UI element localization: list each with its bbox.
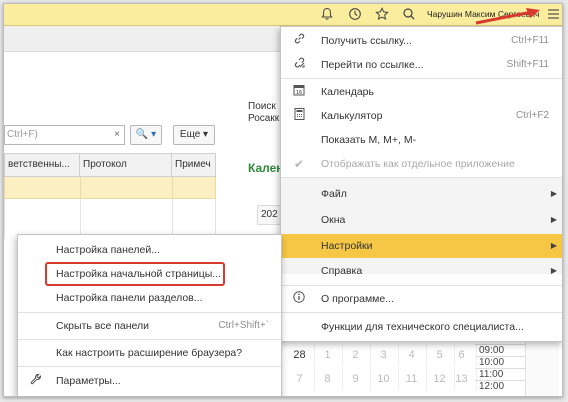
search-input[interactable]: Ctrl+F) <box>4 125 111 145</box>
submenu-item-browser-extension[interactable]: Как настроить расширение браузера? <box>18 341 281 365</box>
calendar-day[interactable]: 9 <box>341 368 371 390</box>
menu-separator <box>281 285 562 286</box>
grid-header: ветственны... Протокол Примеч <box>4 153 216 177</box>
calendar-day[interactable]: 13 <box>447 368 477 390</box>
submenu-item-sections-panel-setup[interactable]: Настройка панели разделов... <box>18 286 281 310</box>
calendar-day[interactable]: 4 <box>397 344 427 366</box>
submenu-item-panels-setup[interactable]: Настройка панелей... <box>18 238 281 262</box>
menu-separator <box>281 78 562 79</box>
column-divider <box>172 177 173 198</box>
calendar-day[interactable]: 8 <box>313 368 343 390</box>
link-icon <box>291 29 307 53</box>
column-header-responsible[interactable]: ветственны... <box>5 154 80 176</box>
menu-separator <box>281 312 562 313</box>
calendar-week-row: 7 8 9 10 11 12 13 <box>285 368 477 390</box>
chevron-right-icon: ▶ <box>550 241 557 250</box>
calendar-title: Кален <box>248 161 284 175</box>
schedule-column <box>525 336 559 396</box>
time-slot[interactable]: 12:00 <box>475 380 525 392</box>
menu-item-calendar[interactable]: 16 Календарь <box>281 80 562 104</box>
wrench-icon <box>28 369 44 393</box>
menu-item-get-link[interactable]: Получить ссылку... Ctrl+F11 <box>281 29 562 53</box>
calendar-day[interactable]: 10 <box>369 368 399 390</box>
calendar-day[interactable]: 3 <box>369 344 399 366</box>
calendar-day[interactable]: 28 <box>285 344 315 366</box>
bell-icon[interactable] <box>319 7 335 23</box>
time-slot[interactable]: 09:00 <box>475 344 525 356</box>
menu-item-goto-link[interactable]: Перейти по ссылке... Shift+F11 <box>281 53 562 77</box>
menu-separator <box>18 339 281 340</box>
calendar-day[interactable]: 7 <box>285 368 315 390</box>
search-icon[interactable] <box>401 7 417 23</box>
history-icon[interactable] <box>347 7 363 23</box>
menu-separator <box>18 312 281 313</box>
star-icon[interactable] <box>374 7 390 23</box>
search-panel-title: Поиск Росакк <box>248 101 280 124</box>
submenu-item-parameters[interactable]: Параметры... <box>18 369 281 393</box>
menu-item-help[interactable]: Справка ▶ <box>281 259 562 283</box>
hamburger-menu-icon[interactable] <box>545 7 561 23</box>
submenu-item-hide-panels[interactable]: Скрыть все панели Ctrl+Shift+` <box>18 314 281 338</box>
column-divider <box>80 177 81 198</box>
year-field[interactable]: 202 <box>257 205 281 225</box>
info-icon <box>291 287 307 311</box>
goto-link-icon <box>291 53 307 77</box>
time-slot[interactable]: 11:00 <box>475 368 525 380</box>
menu-item-tech-functions[interactable]: Функции для технического специалиста... <box>281 315 562 339</box>
menu-item-separate-app: ✔ Отображать как отдельное приложение <box>281 152 562 176</box>
menu-item-file[interactable]: Файл ▶ <box>281 182 562 206</box>
column-header-note[interactable]: Примеч <box>172 154 215 176</box>
top-bar: Чарушин Максим Сергеевич <box>4 4 562 26</box>
calendar-day[interactable]: 11 <box>397 368 427 390</box>
column-header-protocol[interactable]: Протокол <box>80 154 172 176</box>
find-button[interactable]: 🔍 ▾ <box>130 125 162 145</box>
menu-item-calculator[interactable]: Калькулятор Ctrl+F2 <box>281 104 562 128</box>
menu-item-windows[interactable]: Окна ▶ <box>281 208 562 232</box>
calendar-week-row: 28 1 2 3 4 5 6 <box>285 344 477 366</box>
highlight-frame-annotation <box>45 262 225 286</box>
menu-separator <box>18 366 281 367</box>
day-schedule: 09:00 10:00 11:00 12:00 <box>475 344 525 392</box>
main-menu: Получить ссылку... Ctrl+F11 Перейти по с… <box>280 26 562 342</box>
grid-body <box>4 199 216 259</box>
calculator-icon <box>291 104 307 128</box>
calendar-day[interactable]: 1 <box>313 344 343 366</box>
tabs-strip <box>4 26 280 52</box>
time-slot[interactable]: 10:00 <box>475 356 525 368</box>
chevron-right-icon: ▶ <box>550 215 557 224</box>
svg-text:16: 16 <box>296 90 302 96</box>
table-row[interactable] <box>4 177 216 199</box>
menu-item-show-memory[interactable]: Показать M, M+, M- <box>281 128 562 152</box>
chevron-right-icon: ▶ <box>550 266 557 275</box>
clear-search-button[interactable]: × <box>110 125 125 145</box>
red-arrow-annotation <box>475 8 540 25</box>
chevron-right-icon: ▶ <box>550 189 557 198</box>
more-button[interactable]: Еще ▾ <box>173 125 215 145</box>
calendar-day[interactable]: 2 <box>341 344 371 366</box>
calendar-icon: 16 <box>291 80 307 104</box>
settings-submenu: Настройка панелей... Настройка начальной… <box>17 234 282 396</box>
check-icon: ✔ <box>293 157 305 171</box>
app-window: Чарушин Максим Сергеевич Ctrl+F) × 🔍 ▾ Е… <box>3 3 563 397</box>
menu-item-settings[interactable]: Настройки ▶ <box>281 234 562 258</box>
calendar-day[interactable]: 6 <box>447 344 477 366</box>
menu-item-about[interactable]: О программе... <box>281 287 562 311</box>
